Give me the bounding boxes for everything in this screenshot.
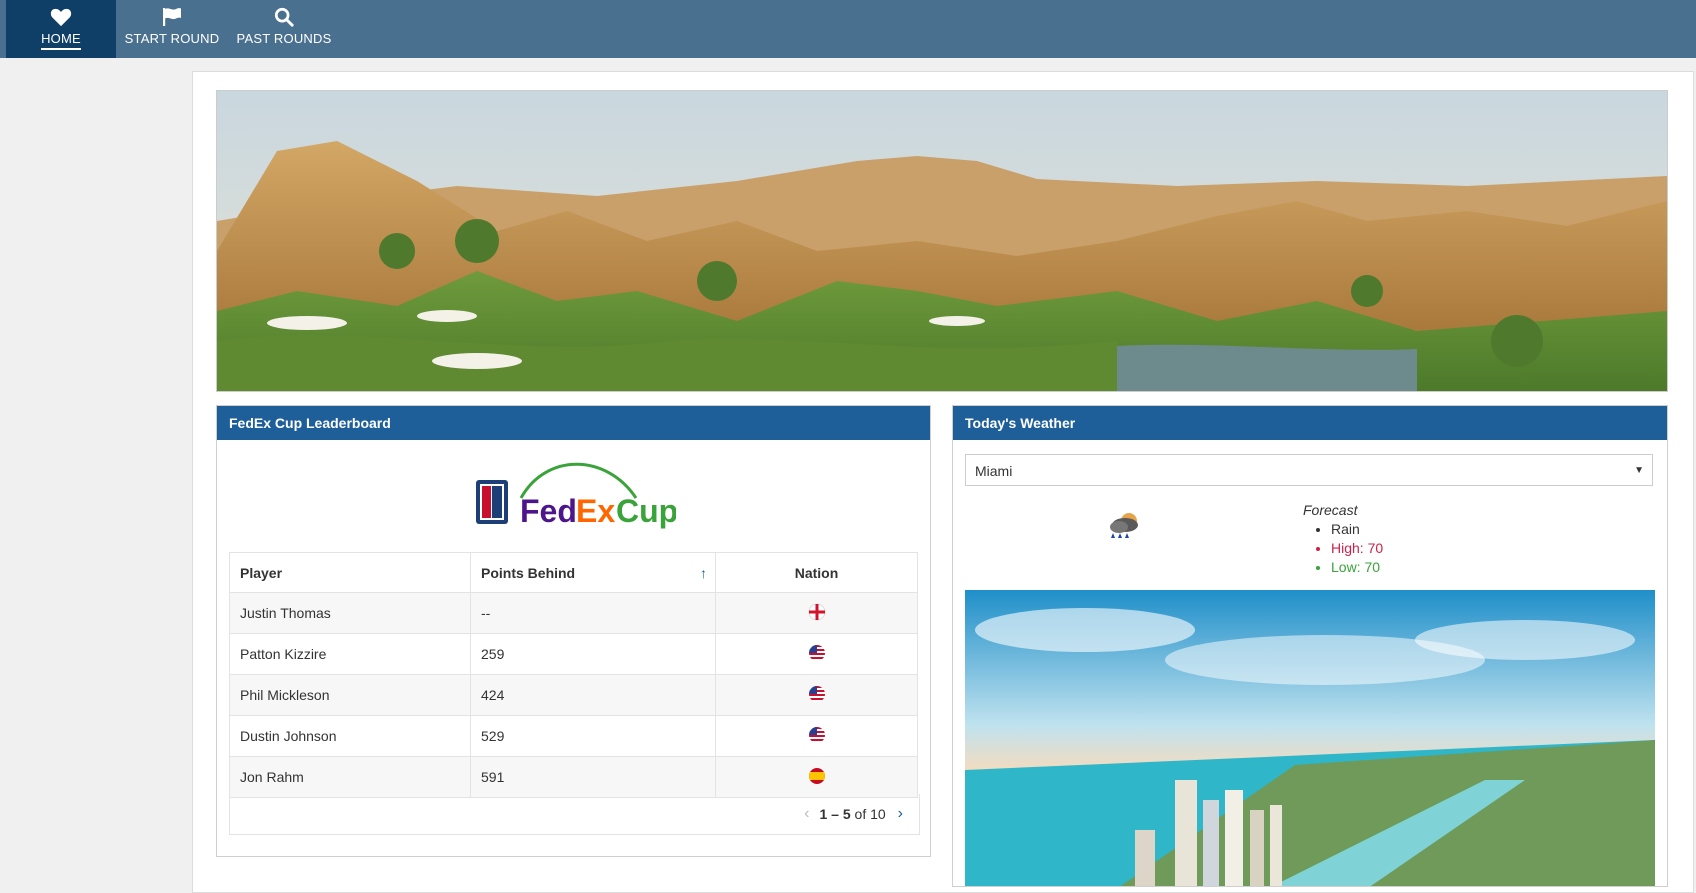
- forecast: Forecast Rain High: 70 Low: 70: [1303, 502, 1383, 577]
- nav-past-rounds[interactable]: PAST ROUNDS: [234, 0, 334, 58]
- table-row: Jon Rahm 591: [229, 756, 918, 798]
- usa-flag-icon: [808, 644, 826, 665]
- table-row: Justin Thomas --: [229, 592, 918, 634]
- forecast-high: High: 70: [1331, 539, 1383, 558]
- next-page-icon[interactable]: ›: [898, 805, 903, 823]
- chevron-down-icon: ▼: [1634, 465, 1644, 476]
- column-header-points[interactable]: Points Behind ↑: [470, 552, 716, 593]
- leaderboard-card: FedEx Cup Leaderboard Fed Ex Cup Player …: [216, 405, 931, 857]
- player-name: Phil Mickleson: [229, 674, 471, 716]
- table-row: Patton Kizzire 259: [229, 633, 918, 675]
- table-row: Dustin Johnson 529: [229, 715, 918, 757]
- main-panel: FedEx Cup Leaderboard Fed Ex Cup Player …: [192, 71, 1694, 893]
- player-name: Jon Rahm: [229, 756, 471, 798]
- points-behind: --: [470, 592, 716, 634]
- top-nav: HOME START ROUND PAST ROUNDS: [0, 0, 1696, 58]
- points-behind: 591: [470, 756, 716, 798]
- weather-title: Today's Weather: [953, 406, 1667, 440]
- rain-cloud-icon: [1103, 511, 1143, 541]
- points-behind: 424: [470, 674, 716, 716]
- spain-flag-icon: [808, 767, 826, 788]
- player-name: Justin Thomas: [229, 592, 471, 634]
- nav-start-round[interactable]: START ROUND: [120, 0, 224, 58]
- column-header-nation[interactable]: Nation: [715, 552, 918, 593]
- svg-text:Ex: Ex: [576, 493, 615, 529]
- nav-past-rounds-label: PAST ROUNDS: [236, 31, 332, 46]
- pager-range: 1 – 5: [819, 806, 851, 822]
- nav-start-round-label: START ROUND: [124, 31, 220, 46]
- svg-text:Fed: Fed: [520, 493, 577, 529]
- search-icon: [273, 6, 295, 28]
- forecast-low: Low: 70: [1331, 558, 1383, 577]
- weather-card: Today's Weather Miami ▼ Forecast Rain Hi…: [952, 405, 1668, 887]
- city-photo: [965, 590, 1655, 886]
- usa-flag-icon: [808, 726, 826, 747]
- city-select-value: Miami: [975, 463, 1013, 479]
- hero-banner-image: [216, 90, 1668, 392]
- england-flag-icon: [808, 603, 826, 624]
- column-header-points-label: Points Behind: [481, 564, 576, 581]
- leaderboard-title: FedEx Cup Leaderboard: [217, 406, 930, 440]
- flag-icon: [161, 6, 183, 28]
- leaderboard-table: Player Points Behind ↑ Nation Justin Tho…: [229, 552, 918, 798]
- player-name: Dustin Johnson: [229, 715, 471, 757]
- usa-flag-icon: [808, 685, 826, 706]
- forecast-title: Forecast: [1303, 502, 1358, 518]
- nav-home[interactable]: HOME: [6, 0, 116, 58]
- svg-text:Cup: Cup: [616, 493, 676, 529]
- city-select[interactable]: Miami ▼: [965, 454, 1653, 486]
- sort-ascending-icon[interactable]: ↑: [700, 565, 707, 581]
- column-header-player[interactable]: Player: [229, 552, 471, 593]
- fedex-cup-logo: Fed Ex Cup: [476, 458, 678, 538]
- pagination: ‹ 1 – 5 of 10 ›: [229, 794, 920, 835]
- points-behind: 529: [470, 715, 716, 757]
- heart-icon: [50, 6, 72, 28]
- player-name: Patton Kizzire: [229, 633, 471, 675]
- pager-total: of 10: [854, 806, 886, 822]
- forecast-list: Rain High: 70 Low: 70: [1303, 520, 1383, 577]
- points-behind: 259: [470, 633, 716, 675]
- table-row: Phil Mickleson 424: [229, 674, 918, 716]
- forecast-condition: Rain: [1331, 520, 1383, 539]
- nav-home-label: HOME: [41, 31, 81, 50]
- prev-page-icon[interactable]: ‹: [804, 805, 809, 823]
